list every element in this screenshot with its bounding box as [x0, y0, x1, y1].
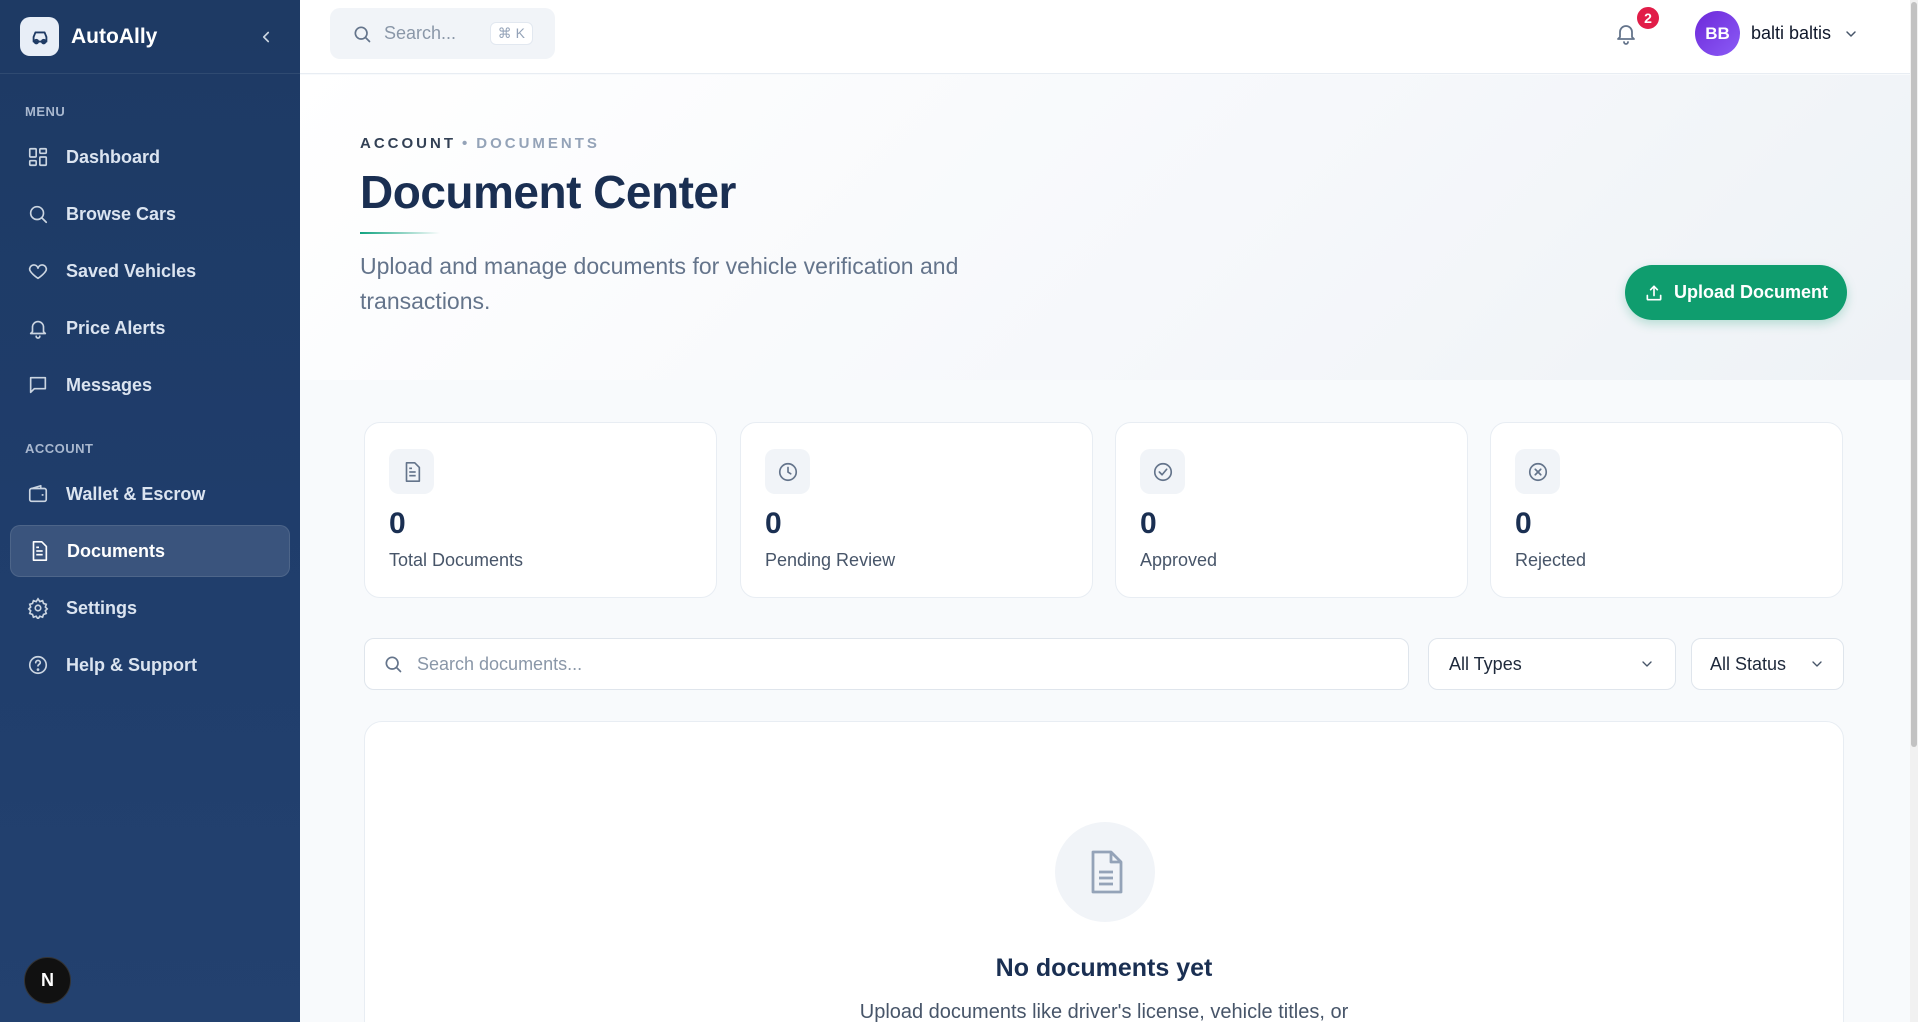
document-icon	[389, 449, 434, 494]
user-menu[interactable]: BB balti baltis	[1695, 11, 1859, 56]
search-icon	[385, 656, 402, 673]
search-placeholder: Search...	[384, 23, 457, 43]
shortcut-hint: ⌘ K	[489, 22, 533, 45]
sidebar-item-label: Saved Vehicles	[66, 260, 197, 281]
status-filter-select[interactable]: All Status	[1691, 638, 1844, 690]
global-search[interactable]: Search... ⌘ K	[330, 8, 555, 59]
message-icon	[26, 373, 50, 397]
chevron-left-icon	[262, 31, 270, 42]
stat-value: 0	[389, 507, 406, 540]
title-underline	[360, 232, 440, 234]
stat-card-pending: 0 Pending Review	[740, 422, 1093, 598]
car-logo-icon[interactable]	[20, 17, 59, 56]
user-name: balti baltis	[1751, 23, 1832, 43]
stat-label: Approved	[1140, 550, 1218, 570]
chevron-down-icon	[1812, 661, 1822, 667]
stat-label: Pending Review	[765, 550, 896, 570]
account-nav: Wallet & Escrow Documents Settings Help …	[0, 468, 300, 691]
search-icon	[354, 26, 371, 42]
document-icon	[27, 539, 51, 563]
sidebar-item-help-support[interactable]: Help & Support	[10, 639, 290, 691]
topbar: Search... ⌘ K 2 BB balti baltis	[300, 0, 1910, 74]
sidebar-item-label: Dashboard	[66, 146, 161, 167]
stat-card-approved: 0 Approved	[1115, 422, 1468, 598]
search-icon	[26, 202, 50, 226]
chevron-down-icon	[1846, 30, 1856, 37]
sidebar-item-label: Messages	[66, 374, 153, 395]
sidebar-item-label: Wallet & Escrow	[66, 483, 206, 504]
avatar: BB	[1695, 11, 1740, 56]
sidebar-item-label: Price Alerts	[66, 317, 166, 338]
sidebar-item-messages[interactable]: Messages	[10, 359, 290, 411]
heart-icon	[26, 259, 50, 283]
breadcrumb: ACCOUNT • DOCUMENTS	[360, 135, 600, 152]
stat-value: 0	[1515, 507, 1532, 540]
stat-label: Total Documents	[389, 550, 524, 570]
gear-icon	[26, 596, 50, 620]
sidebar-item-saved-vehicles[interactable]: Saved Vehicles	[10, 245, 290, 297]
account-section-label: ACCOUNT	[25, 441, 94, 456]
check-circle-icon	[1140, 449, 1185, 494]
breadcrumb-parent[interactable]: ACCOUNT	[360, 135, 456, 152]
upload-document-label: Upload Document	[1673, 282, 1828, 302]
sidebar-item-label: Browse Cars	[66, 203, 177, 224]
page-subtitle: Upload and manage documents for vehicle …	[360, 253, 959, 314]
sidebar-item-label: Settings	[66, 597, 138, 618]
sidebar-item-dashboard[interactable]: Dashboard	[10, 131, 290, 183]
sidebar-item-label: Documents	[67, 540, 166, 561]
menu-section-label: MENU	[25, 104, 66, 119]
stat-value: 0	[765, 507, 782, 540]
bell-icon	[26, 316, 50, 340]
document-icon	[1055, 822, 1155, 922]
status-filter-value: All Status	[1710, 653, 1787, 674]
brand-name[interactable]: AutoAlly	[71, 25, 252, 49]
sidebar: AutoAlly MENU Dashboard Browse Cars Save…	[0, 0, 300, 1022]
notification-count-badge: 2	[1635, 5, 1661, 31]
upload-document-button[interactable]: Upload Document	[1625, 265, 1847, 320]
dashboard-icon	[26, 145, 50, 169]
document-search-input[interactable]: Search documents...	[364, 638, 1409, 690]
menu-nav: Dashboard Browse Cars Saved Vehicles Pri…	[0, 131, 300, 411]
sidebar-item-price-alerts[interactable]: Price Alerts	[10, 302, 290, 354]
empty-state-card: No documents yet Upload documents like d…	[364, 721, 1844, 1022]
empty-state-title: No documents yet	[995, 954, 1213, 982]
breadcrumb-current: DOCUMENTS	[476, 135, 600, 152]
document-search-placeholder: Search documents...	[417, 653, 583, 674]
sidebar-item-settings[interactable]: Settings	[10, 582, 290, 634]
stat-label: Rejected	[1515, 550, 1587, 570]
x-circle-icon	[1515, 449, 1560, 494]
stat-card-rejected: 0 Rejected	[1490, 422, 1843, 598]
stat-value: 0	[1140, 507, 1157, 540]
stat-card-total: 0 Total Documents	[364, 422, 717, 598]
page-title: Document Center	[360, 166, 736, 218]
type-filter-select[interactable]: All Types	[1428, 638, 1676, 690]
scrollbar-thumb[interactable]	[1911, 2, 1917, 747]
brand: AutoAlly	[0, 0, 300, 74]
bell-icon	[1617, 25, 1635, 45]
page-header: ACCOUNT • DOCUMENTS Document Center Upload…	[300, 75, 1910, 380]
empty-state-description: Upload documents like driver's license, …	[859, 1001, 1349, 1022]
help-icon	[26, 653, 50, 677]
wallet-icon	[26, 482, 50, 506]
collapse-sidebar-button[interactable]	[252, 23, 280, 51]
sidebar-item-wallet-escrow[interactable]: Wallet & Escrow	[10, 468, 290, 520]
chevron-down-icon	[1642, 661, 1652, 667]
sidebar-item-label: Help & Support	[66, 654, 197, 675]
breadcrumb-separator: •	[462, 135, 471, 152]
type-filter-value: All Types	[1449, 653, 1522, 674]
dev-tools-badge[interactable]: N	[24, 957, 71, 1004]
clock-icon	[765, 449, 810, 494]
sidebar-item-browse-cars[interactable]: Browse Cars	[10, 188, 290, 240]
sidebar-item-documents[interactable]: Documents	[10, 525, 290, 577]
upload-icon	[1644, 283, 1664, 303]
